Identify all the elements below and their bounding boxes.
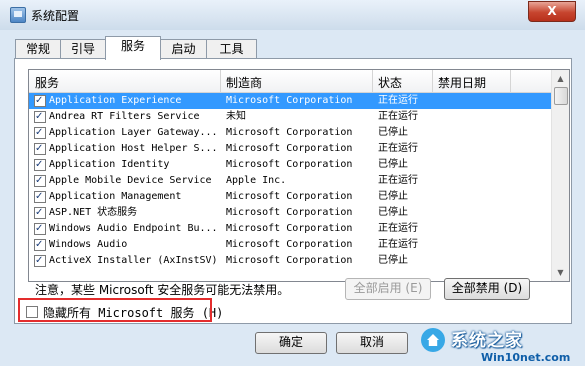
scroll-thumb[interactable]: [554, 87, 568, 105]
tab-startup[interactable]: 启动: [160, 39, 207, 59]
table-row[interactable]: Application Layer Gateway... Microsoft Co…: [29, 125, 551, 141]
scroll-up-icon[interactable]: ▲: [552, 70, 569, 87]
service-name: Application Management: [49, 191, 182, 202]
service-maker: Microsoft Corporation: [226, 95, 353, 106]
watermark-url: Win10net.com: [481, 351, 571, 364]
service-status: 已停止: [378, 207, 408, 218]
service-name: Apple Mobile Device Service: [49, 175, 212, 186]
table-row[interactable]: Application Experience Microsoft Corporat…: [29, 93, 551, 109]
cancel-button[interactable]: 取消: [336, 332, 408, 354]
services-panel: 服务 制造商 状态 禁用日期 Application Experience Mic…: [14, 58, 572, 324]
tab-boot[interactable]: 引导: [60, 39, 106, 59]
app-icon: [10, 7, 26, 23]
tab-services[interactable]: 服务: [105, 36, 161, 60]
service-checkbox[interactable]: [34, 205, 46, 221]
service-name: ActiveX Installer (AxInstSV): [49, 255, 218, 266]
table-row[interactable]: Application Management Microsoft Corporat…: [29, 189, 551, 205]
service-status: 正在运行: [378, 175, 418, 186]
table-row[interactable]: ASP.NET 状态服务 Microsoft Corporation 已停止: [29, 205, 551, 221]
service-maker: Microsoft Corporation: [226, 127, 353, 138]
column-disabled-date[interactable]: 禁用日期: [438, 74, 486, 91]
services-list[interactable]: 服务 制造商 状态 禁用日期 Application Experience Mic…: [28, 69, 570, 282]
service-name: Andrea RT Filters Service: [49, 111, 200, 122]
service-rows: Application Experience Microsoft Corporat…: [29, 93, 551, 269]
service-maker: Microsoft Corporation: [226, 191, 353, 202]
disable-all-button[interactable]: 全部禁用 (D): [444, 278, 530, 300]
ok-button[interactable]: 确定: [255, 332, 327, 354]
service-checkbox[interactable]: [34, 125, 46, 141]
vertical-scrollbar[interactable]: ▲ ▼: [551, 70, 569, 281]
service-name: Application Experience: [49, 95, 182, 106]
service-status: 已停止: [378, 255, 408, 266]
table-row[interactable]: ActiveX Installer (AxInstSV) Microsoft Co…: [29, 253, 551, 269]
tab-tools[interactable]: 工具: [206, 39, 257, 59]
service-checkbox[interactable]: [34, 109, 46, 125]
service-checkbox[interactable]: [34, 189, 46, 205]
service-status: 正在运行: [378, 143, 418, 154]
service-maker: Microsoft Corporation: [226, 143, 353, 154]
title-bar: 系统配置 X: [0, 0, 585, 30]
service-checkbox[interactable]: [34, 237, 46, 253]
service-checkbox[interactable]: [34, 253, 46, 269]
table-row[interactable]: Application Host Helper S... Microsoft Co…: [29, 141, 551, 157]
highlight-box: [18, 298, 212, 322]
watermark-logo: 系统之家 Win10net.com: [417, 325, 585, 366]
service-status: 正在运行: [378, 223, 418, 234]
column-maker[interactable]: 制造商: [226, 74, 262, 91]
window-title: 系统配置: [31, 9, 80, 23]
tab-general[interactable]: 常规: [15, 39, 61, 59]
column-service[interactable]: 服务: [35, 74, 59, 91]
service-status: 已停止: [378, 191, 408, 202]
list-header: 服务 制造商 状态 禁用日期: [29, 70, 551, 93]
service-name: Application Identity: [49, 159, 170, 170]
table-row[interactable]: Apple Mobile Device Service Apple Inc. 正在运…: [29, 173, 551, 189]
service-status: 已停止: [378, 159, 408, 170]
table-row[interactable]: Andrea RT Filters Service 未知 正在运行: [29, 109, 551, 125]
table-row[interactable]: Windows Audio Endpoint Bu... Microsoft Co…: [29, 221, 551, 237]
service-checkbox[interactable]: [34, 93, 46, 109]
service-maker: Microsoft Corporation: [226, 159, 353, 170]
service-maker: Microsoft Corporation: [226, 223, 353, 234]
service-name: Application Layer Gateway...: [49, 127, 218, 138]
enable-all-button[interactable]: 全部启用 (E): [345, 278, 431, 300]
service-status: 正在运行: [378, 95, 418, 106]
watermark-name: 系统之家: [451, 331, 523, 351]
table-row[interactable]: Application Identity Microsoft Corporatio…: [29, 157, 551, 173]
service-checkbox[interactable]: [34, 157, 46, 173]
service-checkbox[interactable]: [34, 221, 46, 237]
house-icon: [421, 328, 445, 352]
scroll-down-icon[interactable]: ▼: [552, 264, 569, 281]
service-name: Windows Audio: [49, 239, 128, 250]
service-checkbox[interactable]: [34, 173, 46, 189]
service-maker: 未知: [226, 111, 246, 122]
service-maker: Microsoft Corporation: [226, 255, 353, 266]
service-checkbox[interactable]: [34, 141, 46, 157]
close-button[interactable]: X: [528, 1, 576, 22]
service-maker: Microsoft Corporation: [226, 239, 353, 250]
service-maker: Microsoft Corporation: [226, 207, 353, 218]
service-status: 正在运行: [378, 111, 418, 122]
security-note: 注意，某些 Microsoft 安全服务可能无法禁用。: [35, 283, 290, 297]
service-name: Application Host Helper S...: [49, 143, 218, 154]
table-row[interactable]: Windows Audio Microsoft Corporation 正在运行: [29, 237, 551, 253]
service-maker: Apple Inc.: [226, 175, 287, 186]
service-status: 正在运行: [378, 239, 418, 250]
service-name: Windows Audio Endpoint Bu...: [49, 223, 218, 234]
service-status: 已停止: [378, 127, 408, 138]
service-name: ASP.NET 状态服务: [49, 207, 138, 218]
column-status[interactable]: 状态: [378, 74, 402, 91]
